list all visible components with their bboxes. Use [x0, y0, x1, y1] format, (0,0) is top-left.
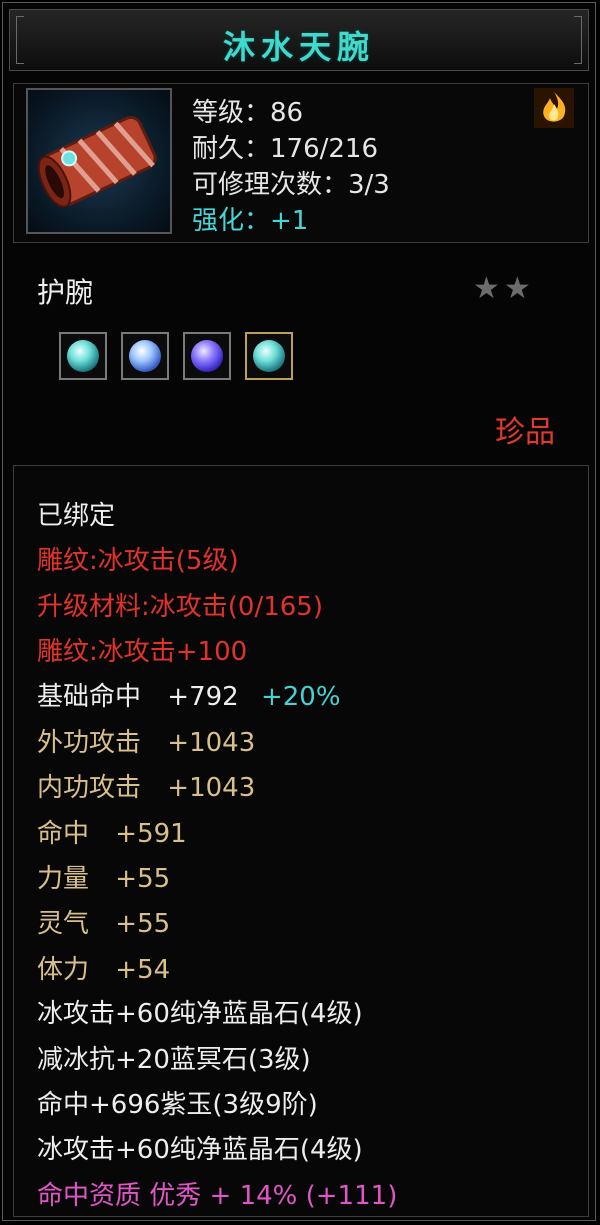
gem-effect-1: 冰攻击+60纯净蓝晶石(4级) [37, 999, 363, 1029]
blue-gem-icon [129, 340, 161, 372]
upgrade-material-line: 升级材料:冰攻击(0/165) [37, 592, 323, 622]
engrave-line-1: 雕纹:冰攻击(5级) [37, 546, 239, 576]
stat-bonus: +20% [260, 682, 341, 712]
stat-value: +54 [115, 955, 171, 985]
item-durability: 耐久：176/216 [192, 134, 379, 164]
hit-aptitude: 命中资质 优秀 + 14% (+111) [37, 1181, 398, 1211]
item-tooltip: 沐水天腕 等级：86 耐久：176/216 可修理次数：3/3 强化：+1 护腕… [2, 2, 596, 1221]
stat-hit: 命中 +591 [37, 813, 187, 850]
stat-label: 灵气 [37, 909, 90, 939]
item-quality: 珍品 [495, 415, 555, 450]
stat-inner-attack: 内功攻击 +1043 [37, 767, 255, 804]
item-enhance-level: 强化：+1 [192, 206, 309, 236]
gem-slot-2[interactable] [121, 332, 169, 380]
stat-strength: 力量 +55 [37, 858, 170, 895]
gem-slot-1[interactable] [59, 332, 107, 380]
stat-spirit: 灵气 +55 [37, 903, 170, 940]
stat-label: 命中 [37, 819, 90, 849]
stat-value: +55 [115, 909, 171, 939]
bracer-item-icon [26, 88, 172, 234]
stat-label: 内功攻击 [37, 773, 142, 803]
gem-effect-3: 命中+696紫玉(3级9阶) [37, 1090, 318, 1120]
engrave-line-2: 雕纹:冰攻击+100 [37, 637, 248, 667]
item-header: 等级：86 耐久：176/216 可修理次数：3/3 强化：+1 [13, 83, 589, 243]
stat-value: +792 [167, 682, 239, 712]
stat-label: 基础命中 [37, 682, 142, 712]
stat-value: +1043 [167, 773, 256, 803]
stat-value: +1043 [167, 728, 256, 758]
stat-value: +591 [115, 819, 187, 849]
item-type-label: 护腕 [37, 276, 94, 309]
stat-label: 外功攻击 [37, 728, 142, 758]
item-repair-count: 可修理次数：3/3 [192, 170, 390, 200]
cyan-gem-icon [253, 340, 285, 372]
gem-slot-4[interactable] [245, 332, 293, 380]
gem-effect-4: 冰攻击+60纯净蓝晶石(4级) [37, 1135, 363, 1165]
item-level: 等级：86 [192, 98, 304, 128]
fire-element-icon [534, 88, 574, 128]
title-bar: 沐水天腕 [9, 9, 589, 71]
gem-slot-3[interactable] [183, 332, 231, 380]
item-title: 沐水天腕 [222, 28, 375, 66]
stat-label: 力量 [37, 864, 90, 894]
star-rating: ★★ [473, 271, 535, 306]
stat-label: 体力 [37, 955, 90, 985]
stat-base-hit: 基础命中 +792 +20% [37, 676, 341, 713]
cyan-gem-icon [67, 340, 99, 372]
bound-status: 已绑定 [37, 501, 116, 531]
stat-outer-attack: 外功攻击 +1043 [37, 722, 255, 759]
gem-effect-2: 减冰抗+20蓝冥石(3级) [37, 1045, 311, 1075]
stat-stamina: 体力 +54 [37, 949, 170, 986]
stat-value: +55 [115, 864, 171, 894]
purple-gem-icon [191, 340, 223, 372]
